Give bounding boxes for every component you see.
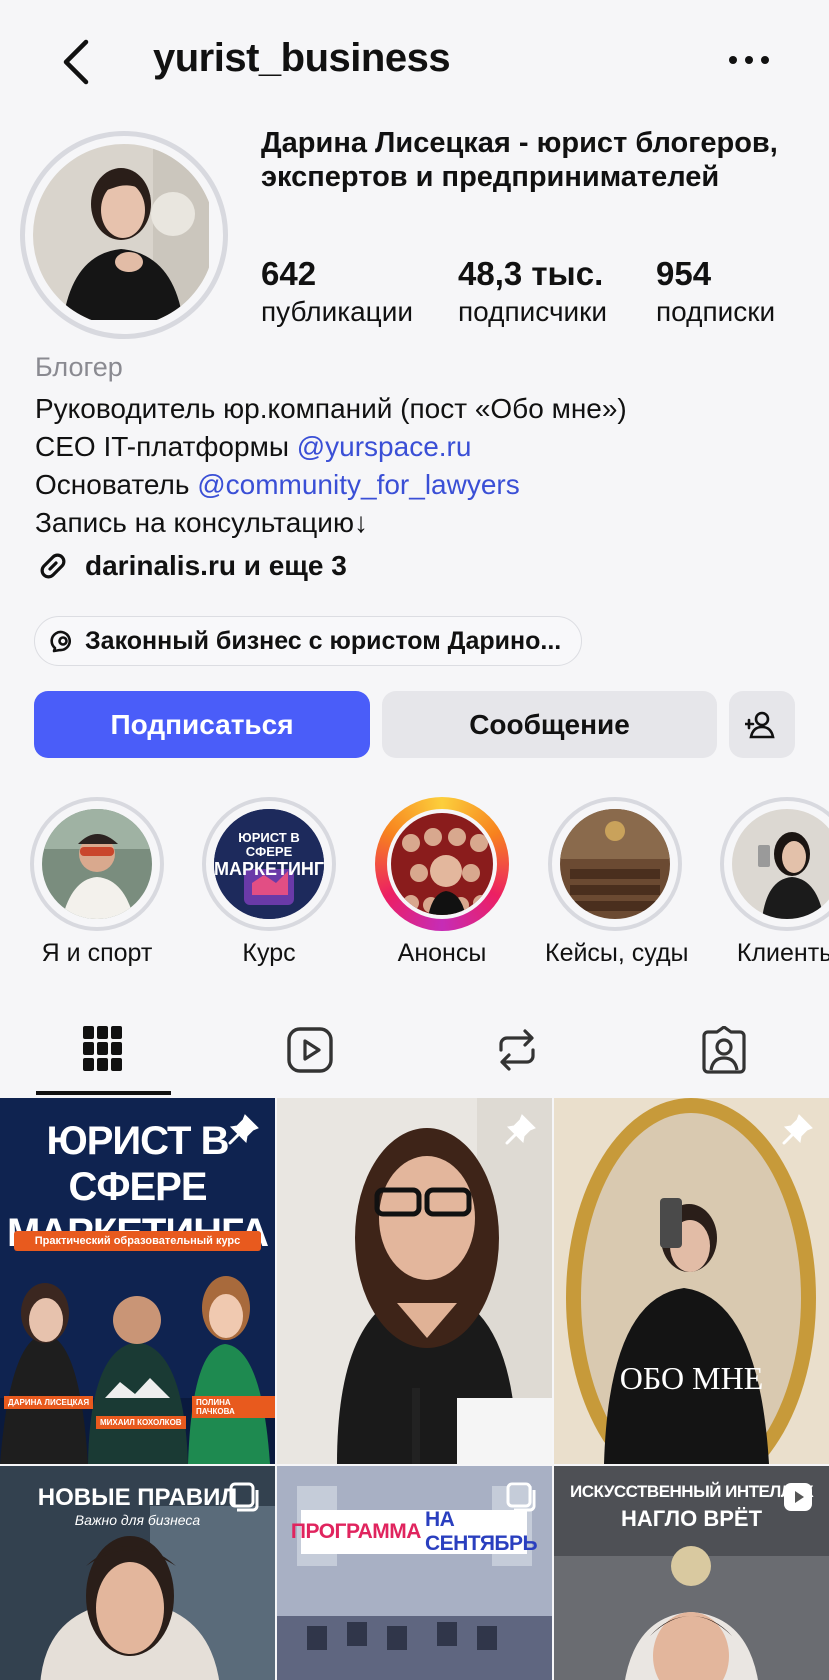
tab-reels[interactable] xyxy=(241,1010,379,1096)
pin-icon xyxy=(782,1114,813,1145)
stat-following-label: подписки xyxy=(656,296,776,327)
carousel-icon xyxy=(229,1482,259,1512)
stat-followers-value: 48,3 тыс. xyxy=(458,255,604,292)
mention-link[interactable]: @community_for_lawyers xyxy=(197,469,520,500)
cover-text: ЮРИСТ В СФЕРЕ xyxy=(238,830,300,859)
cover-text: МАРКЕТИНГА xyxy=(214,859,324,879)
stat-following[interactable]: 954 подписки xyxy=(656,254,775,330)
reel-icon xyxy=(784,1483,812,1511)
post-tile[interactable]: НОВЫЕ ПРАВИЛ Важно для бизнеса xyxy=(0,1466,275,1680)
profile-tabs xyxy=(0,1010,829,1096)
add-person-icon xyxy=(745,711,775,738)
bio-line: Основатель @community_for_lawyers xyxy=(35,466,627,504)
tab-reposts[interactable] xyxy=(448,1010,586,1096)
pin-icon xyxy=(505,1114,536,1145)
profile-username: yurist_business xyxy=(153,36,451,80)
post-subtitle: Важно для бизнеса xyxy=(74,1512,201,1528)
highlight-cover xyxy=(375,797,509,931)
post-name-tag: ДАРИНА ЛИСЕЦКАЯ xyxy=(4,1396,94,1409)
highlight-label: Кейсы, суды xyxy=(545,939,689,967)
post-title: НА СЕНТЯБРЬ xyxy=(424,1508,538,1555)
mention-link[interactable]: @yurspace.ru xyxy=(297,431,472,462)
highlight-sport[interactable]: Я и спорт xyxy=(27,797,167,968)
profile-links[interactable]: darinalis.ru и еще 3 xyxy=(35,548,347,584)
tab-tagged[interactable] xyxy=(655,1010,793,1096)
tagged-person-icon xyxy=(702,1026,746,1074)
highlight-cover xyxy=(30,797,164,931)
post-name-tag: ПОЛИНА ПАЧКОВА xyxy=(192,1396,275,1418)
highlight-label: Я и спорт xyxy=(41,939,153,967)
more-options-icon[interactable] xyxy=(726,50,774,70)
bio-line: Запись на консультацию↓ xyxy=(35,507,368,538)
highlight-clients[interactable]: Клиенты xyxy=(717,797,829,968)
post-tile[interactable] xyxy=(277,1098,552,1464)
profile-category: Блогер xyxy=(35,352,123,382)
stat-followers-label: подписчики xyxy=(458,296,608,327)
stat-posts-value: 642 xyxy=(261,255,317,292)
stat-following-value: 954 xyxy=(656,255,712,292)
link-icon xyxy=(40,553,66,579)
bio-line: CEO IT-платформы @yurspace.ru xyxy=(35,428,627,466)
threads-pill[interactable]: Законный бизнес с юристом Дарино... xyxy=(34,616,583,666)
links-text: darinalis.ru и еще 3 xyxy=(85,550,347,581)
post-name-tag: МИХАИЛ КОХОЛКОВ xyxy=(96,1416,186,1429)
stat-followers[interactable]: 48,3 тыс. подписчики xyxy=(458,254,607,330)
repost-icon xyxy=(499,1029,535,1071)
active-tab-indicator xyxy=(36,1091,171,1095)
stat-posts[interactable]: 642 публикации xyxy=(261,254,413,330)
post-badge: Практический образовательный курс xyxy=(14,1231,261,1251)
bio-text: CEO IT-платформы xyxy=(35,431,297,462)
pin-icon xyxy=(228,1114,259,1145)
carousel-icon xyxy=(506,1482,536,1512)
post-title: ПРОГРАММА xyxy=(290,1520,422,1543)
profile-full-name: Дарина Лисецкая - юрист блогеров, экспер… xyxy=(261,127,778,193)
reels-play-icon xyxy=(287,1027,333,1073)
profile-avatar[interactable] xyxy=(20,131,228,339)
avatar-photo xyxy=(33,144,215,326)
back-arrow-icon[interactable] xyxy=(58,36,98,88)
bio-line: Руководитель юр.компаний (пост «Обо мне»… xyxy=(35,393,627,424)
highlight-cases[interactable]: Кейсы, суды xyxy=(545,797,689,968)
threads-icon xyxy=(50,630,71,653)
top-bar: yurist_business xyxy=(0,0,829,120)
stat-posts-label: публикации xyxy=(261,296,413,327)
follow-button[interactable]: Подписаться xyxy=(34,691,370,758)
highlight-cover xyxy=(548,797,682,931)
grid-icon xyxy=(83,1026,122,1071)
profile-bio: Руководитель юр.компаний (пост «Обо мне»… xyxy=(35,390,627,542)
highlight-label: Курс xyxy=(242,939,296,967)
highlight-label: Клиенты xyxy=(736,939,829,967)
highlight-label: Анонсы xyxy=(397,939,487,967)
post-tile[interactable]: ОБО МНЕ xyxy=(554,1098,829,1464)
post-tile[interactable]: ЮРИСТ В СФЕРЕ МАРКЕТИНГА Практический об… xyxy=(0,1098,275,1464)
highlight-course[interactable]: ЮРИСТ В СФЕРЕ МАРКЕТИНГА Курс xyxy=(199,797,339,968)
message-button[interactable]: Сообщение xyxy=(382,691,717,758)
post-caption: ОБО МНЕ xyxy=(619,1360,764,1396)
threads-pill-text: Законный бизнес с юристом Дарино... xyxy=(85,626,562,655)
highlight-cover: ЮРИСТ В СФЕРЕ МАРКЕТИНГА xyxy=(202,797,336,931)
highlight-cover xyxy=(720,797,829,931)
tab-grid[interactable] xyxy=(34,1010,172,1096)
highlight-announcements[interactable]: Анонсы xyxy=(372,797,512,968)
bio-text: Основатель xyxy=(35,469,198,500)
post-tile[interactable]: ПРОГРАММА НА СЕНТЯБРЬ xyxy=(277,1466,552,1680)
suggest-people-button[interactable] xyxy=(729,691,795,758)
post-tile[interactable]: ИСКУССТВЕННЫЙ ИНТЕЛЛЕК НАГЛО ВРЁТ xyxy=(554,1466,829,1680)
